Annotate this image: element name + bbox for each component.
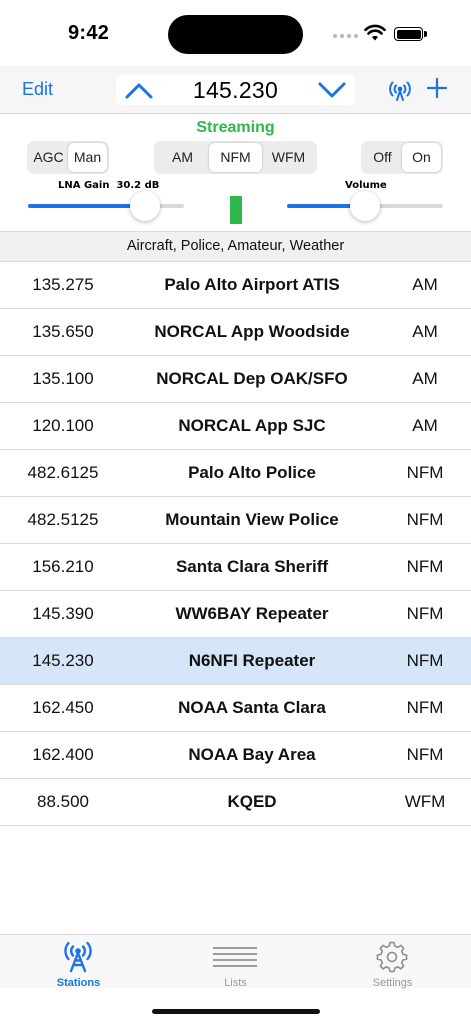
- radio-controls: Streaming AGC Man AM NFM WFM Off On LNA …: [0, 114, 471, 231]
- broadcast-icon[interactable]: [388, 78, 412, 102]
- station-mode: NFM: [406, 745, 444, 764]
- lna-gain-slider-thumb[interactable]: [130, 191, 160, 221]
- home-indicator: [152, 1009, 320, 1014]
- demod-mode-option[interactable]: AM: [156, 143, 209, 172]
- station-name: NORCAL App SJC: [178, 416, 326, 435]
- tab-lists-label: Lists: [224, 977, 247, 989]
- station-frequency: 135.650: [32, 322, 94, 341]
- lna-gain-label-text: LNA Gain: [58, 180, 110, 191]
- toolbar: Edit 145.230: [0, 66, 471, 114]
- station-frequency: 120.100: [32, 416, 94, 435]
- station-mode: AM: [412, 369, 438, 388]
- volume-slider-thumb[interactable]: [350, 191, 380, 221]
- frequency-selector: 145.230: [116, 75, 355, 105]
- dynamic-island: [168, 15, 303, 54]
- station-mode: NFM: [406, 463, 444, 482]
- cellular-signal-icon: [333, 34, 358, 38]
- tab-stations-label: Stations: [56, 977, 101, 989]
- station-row[interactable]: 145.390 WW6BAY Repeater NFM: [0, 591, 471, 638]
- station-name: NOAA Bay Area: [188, 745, 316, 764]
- station-mode: WFM: [404, 792, 446, 811]
- station-mode: AM: [412, 275, 438, 294]
- tab-stations[interactable]: Stations: [0, 939, 157, 989]
- station-mode: AM: [412, 322, 438, 341]
- tab-settings-label: Settings: [372, 977, 413, 989]
- station-name: NOAA Santa Clara: [178, 698, 326, 717]
- station-name: KQED: [227, 792, 277, 811]
- station-mode: NFM: [406, 510, 444, 529]
- status-time: 9:42: [68, 22, 110, 44]
- wifi-icon: [364, 24, 386, 41]
- station-row[interactable]: 120.100 NORCAL App SJC AM: [0, 403, 471, 450]
- station-name: Mountain View Police: [165, 510, 339, 529]
- station-frequency: 162.400: [32, 745, 94, 764]
- antenna-icon: [64, 941, 92, 973]
- battery-cap: [424, 31, 427, 37]
- station-row[interactable]: 162.450 NOAA Santa Clara NFM: [0, 685, 471, 732]
- list-section-header: Aircraft, Police, Amateur, Weather: [0, 231, 471, 262]
- station-name: WW6BAY Repeater: [175, 604, 329, 623]
- station-mode: NFM: [406, 698, 444, 717]
- station-frequency: 156.210: [32, 557, 94, 576]
- tab-settings[interactable]: Settings: [314, 939, 471, 989]
- station-row[interactable]: 162.400 NOAA Bay Area NFM: [0, 732, 471, 779]
- gear-icon: [376, 941, 408, 973]
- station-frequency: 145.230: [32, 651, 94, 670]
- volume-slider[interactable]: [287, 191, 443, 221]
- demod-mode-segmented-control: AM NFM WFM: [154, 141, 317, 174]
- demod-mode-option[interactable]: WFM: [262, 143, 315, 172]
- station-frequency: 162.450: [32, 698, 94, 717]
- lna-gain-value: 30.2 dB: [116, 180, 160, 191]
- station-mode: NFM: [406, 557, 444, 576]
- lna-gain-slider-fill: [28, 204, 145, 208]
- tab-bar: Stations Lists Settings: [0, 934, 471, 989]
- power-option[interactable]: On: [402, 143, 441, 172]
- station-frequency: 88.500: [37, 792, 89, 811]
- station-row[interactable]: 135.650 NORCAL App Woodside AM: [0, 309, 471, 356]
- station-row[interactable]: 88.500 KQED WFM: [0, 779, 471, 826]
- station-name: NORCAL App Woodside: [154, 322, 350, 341]
- station-row[interactable]: 145.230 N6NFI Repeater NFM: [0, 638, 471, 685]
- station-row[interactable]: 135.100 NORCAL Dep OAK/SFO AM: [0, 356, 471, 403]
- station-frequency: 145.390: [32, 604, 94, 623]
- lna-gain-slider[interactable]: [28, 191, 184, 221]
- lna-gain-label: LNA Gain 30.2 dB: [58, 180, 159, 191]
- status-bar: 9:42: [0, 0, 471, 66]
- station-name: N6NFI Repeater: [188, 651, 316, 670]
- station-name: NORCAL Dep OAK/SFO: [156, 369, 348, 388]
- signal-level-meter: [230, 196, 242, 224]
- station-name: Palo Alto Airport ATIS: [164, 275, 340, 294]
- plus-icon[interactable]: [425, 76, 449, 100]
- station-frequency: 135.275: [32, 275, 94, 294]
- station-row[interactable]: 135.275 Palo Alto Airport ATIS AM: [0, 262, 471, 309]
- power-option[interactable]: Off: [363, 143, 402, 172]
- gain-mode-segmented-control: AGC Man: [27, 141, 109, 174]
- tab-lists[interactable]: Lists: [157, 939, 314, 989]
- station-mode: NFM: [406, 651, 444, 670]
- station-row[interactable]: 156.210 Santa Clara Sheriff NFM: [0, 544, 471, 591]
- chevron-down-icon[interactable]: [317, 79, 347, 101]
- lines-icon: [213, 947, 257, 967]
- streaming-status: Streaming: [196, 119, 275, 136]
- station-name: Santa Clara Sheriff: [175, 557, 329, 576]
- station-row[interactable]: 482.5125 Mountain View Police NFM: [0, 497, 471, 544]
- station-frequency: 135.100: [32, 369, 94, 388]
- station-frequency: 482.5125: [27, 510, 99, 529]
- station-mode: NFM: [406, 604, 444, 623]
- station-list: 135.275 Palo Alto Airport ATIS AM 135.65…: [0, 262, 471, 826]
- gain-mode-option[interactable]: Man: [68, 143, 107, 172]
- volume-label: Volume: [345, 180, 387, 191]
- station-name: Palo Alto Police: [188, 463, 316, 482]
- battery-icon: [394, 27, 423, 41]
- station-frequency: 482.6125: [27, 463, 99, 482]
- station-mode: AM: [412, 416, 438, 435]
- power-segmented-control: Off On: [361, 141, 443, 174]
- station-row[interactable]: 482.6125 Palo Alto Police NFM: [0, 450, 471, 497]
- demod-mode-option[interactable]: NFM: [209, 143, 262, 172]
- edit-button[interactable]: Edit: [22, 79, 53, 100]
- gain-mode-option[interactable]: AGC: [29, 143, 68, 172]
